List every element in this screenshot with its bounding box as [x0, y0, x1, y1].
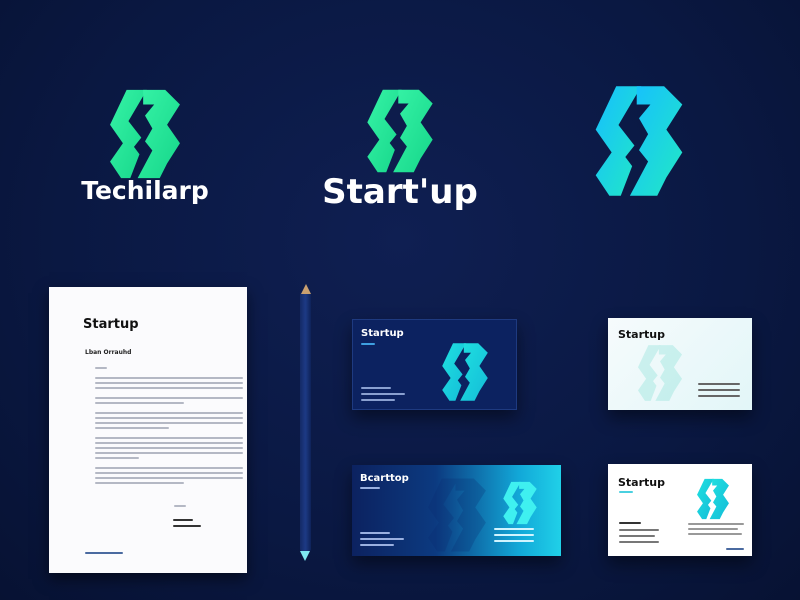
business-card-white: Startup — [608, 464, 752, 556]
text-line — [95, 452, 243, 454]
text-line — [95, 437, 243, 439]
card-brand: Startup — [618, 328, 665, 341]
card-logo-mark — [431, 342, 499, 406]
text-line — [95, 382, 243, 384]
card-watermark-mark — [620, 344, 700, 406]
card-brand: Bcarttop — [360, 473, 409, 484]
logo-startup-wordmark: Start'up — [322, 172, 478, 212]
text-line — [95, 367, 107, 369]
text-line — [95, 482, 184, 484]
text-line — [95, 417, 243, 419]
text-line — [95, 377, 243, 379]
card-watermark-mark — [412, 477, 502, 557]
pencil-tip — [300, 551, 310, 561]
business-card-dark: Startup — [352, 319, 517, 410]
logo-cyan-mark — [584, 84, 694, 198]
letterhead: Startup Lban Orrauhd — [49, 287, 247, 573]
card-logo-mark — [696, 478, 730, 524]
text-line — [95, 427, 169, 429]
text-line — [95, 472, 243, 474]
text-line — [95, 387, 243, 389]
text-line — [95, 447, 243, 449]
text-line — [95, 467, 243, 469]
card-brand: Startup — [618, 476, 665, 489]
pencil-top — [301, 284, 311, 294]
text-line — [95, 457, 140, 459]
business-card-light: Startup — [608, 318, 752, 410]
logo-techilarp-mark — [108, 88, 182, 180]
pencil — [300, 293, 311, 551]
text-line — [95, 412, 243, 414]
letterhead-brand: Startup — [83, 317, 139, 332]
text-line — [95, 397, 243, 399]
logo-startup-mark — [360, 88, 440, 174]
card-brand: Startup — [361, 328, 404, 339]
text-line — [95, 477, 243, 479]
text-line — [95, 422, 243, 424]
logo-techilarp-wordmark: Techilarp — [81, 176, 209, 205]
text-line — [95, 402, 184, 404]
text-line — [95, 442, 243, 444]
business-card-gradient: Bcarttop — [352, 465, 561, 556]
letterhead-heading: Lban Orrauhd — [85, 349, 132, 356]
card-logo-mark — [502, 481, 538, 529]
